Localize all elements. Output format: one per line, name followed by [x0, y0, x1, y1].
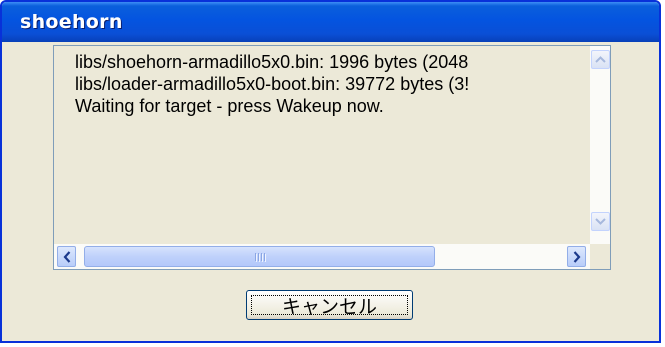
dialog-window: shoehorn libs/shoehorn-armadillo5x0.bin:… — [0, 0, 661, 343]
log-line: libs/loader-armadillo5x0-boot.bin: 39772… — [75, 74, 470, 94]
horizontal-scroll-thumb[interactable] — [84, 246, 435, 267]
log-line: Waiting for target - press Wakeup now. — [75, 96, 384, 116]
log-line: libs/shoehorn-armadillo5x0.bin: 1996 byt… — [75, 52, 469, 72]
horizontal-scrollbar[interactable] — [54, 244, 592, 269]
scroll-up-button[interactable] — [591, 50, 610, 69]
scroll-grip-icon — [254, 252, 265, 261]
scroll-left-button[interactable] — [57, 246, 76, 267]
vertical-scrollbar[interactable] — [590, 46, 610, 244]
scrollbar-corner — [590, 244, 610, 269]
focus-rectangle — [251, 295, 408, 315]
cancel-button[interactable]: キャンセル — [246, 290, 413, 320]
chevron-down-icon — [595, 218, 606, 225]
scroll-down-button[interactable] — [591, 212, 610, 231]
log-text-area: libs/shoehorn-armadillo5x0.bin: 1996 byt… — [54, 46, 592, 244]
chevron-left-icon — [63, 250, 70, 263]
window-title: shoehorn — [20, 11, 123, 33]
chevron-right-icon — [573, 250, 580, 263]
scroll-right-button[interactable] — [567, 246, 586, 267]
chevron-up-icon — [595, 56, 606, 63]
log-listbox[interactable]: libs/shoehorn-armadillo5x0.bin: 1996 byt… — [53, 45, 611, 270]
title-bar[interactable]: shoehorn — [2, 2, 659, 42]
